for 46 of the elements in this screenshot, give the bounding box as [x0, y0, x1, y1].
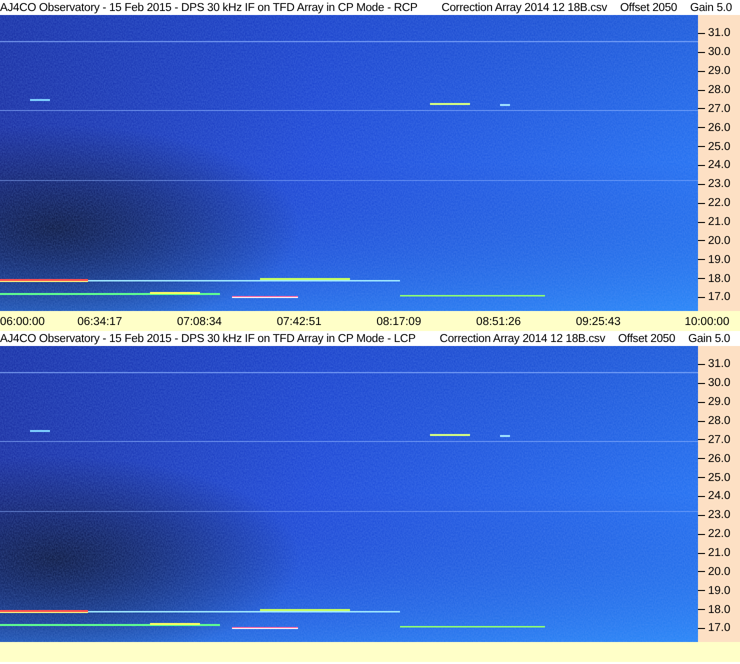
axis-label: 17.0: [708, 622, 730, 634]
axis-label: 25.0: [708, 140, 730, 153]
axis-label: 31.0: [708, 27, 730, 40]
axis-label: 26.0: [708, 452, 730, 465]
axis-label: 22.0: [708, 528, 730, 540]
axis-label: 22.0: [708, 197, 730, 210]
axis-label: 10:00:00: [684, 316, 730, 328]
axis-label: 21.0: [708, 216, 730, 228]
offset-value: Offset 2050: [618, 332, 676, 344]
axis-label: 06:00:00: [0, 316, 45, 328]
axis-label: 06:34:17: [77, 316, 122, 328]
axis-label: 17.0: [708, 291, 730, 304]
gain-value: Gain 5.0: [690, 2, 733, 14]
axis-label: 19.0: [708, 584, 730, 597]
axis-label: 20.0: [708, 234, 730, 247]
axis-label: 27.0: [708, 434, 730, 446]
axis-label: 26.0: [708, 122, 730, 134]
plot-title: AJ4CO Observatory - 15 Feb 2015 - DPS 30 kHz IF on TFD Array in CP Mode - LCP: [0, 332, 417, 344]
correction-file-name: Correction Array 2014 12 18B.csv: [442, 2, 608, 14]
axis-label: 20.0: [708, 566, 730, 578]
axis-label: 08:17:09: [376, 316, 422, 328]
axis-label: 19.0: [708, 254, 730, 266]
axis-label: 08:51:26: [476, 316, 521, 328]
axis-label: 23.0: [708, 509, 730, 522]
axis-label: 28.0: [708, 415, 730, 427]
axis-label: 07:08:34: [177, 316, 222, 328]
axis-label: 21.0: [708, 547, 730, 560]
axis-label: 27.0: [708, 102, 730, 115]
axis-label: 09:25:43: [576, 316, 621, 328]
plot-title: AJ4CO Observatory - 15 Feb 2015 - DPS 30 kHz IF on TFD Array in CP Mode - RCP: [0, 2, 418, 14]
offset-value: Offset 2050: [620, 2, 678, 14]
axis-label: 30.0: [708, 46, 730, 58]
axis-label: 18.0: [708, 272, 730, 285]
axis-label: 30.0: [708, 377, 730, 390]
axis-label: 24.0: [708, 490, 730, 502]
gain-value: Gain 5.0: [688, 332, 732, 344]
axis-label: 18.0: [708, 604, 730, 616]
axis-label: 31.0: [708, 358, 730, 370]
axis-label: 29.0: [708, 396, 730, 408]
axis-label: 24.0: [708, 159, 730, 172]
axis-label: 23.0: [708, 178, 730, 190]
axis-label: 29.0: [708, 65, 730, 78]
correction-file-name: Correction Array 2014 12 18B.csv: [440, 332, 606, 344]
axis-label: 25.0: [708, 472, 730, 484]
axis-label: 28.0: [708, 84, 730, 96]
axis-label: 07:42:51: [276, 316, 322, 328]
